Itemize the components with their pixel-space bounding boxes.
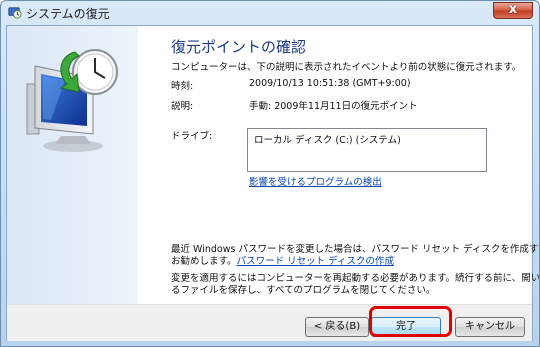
left-panel (7, 26, 138, 304)
password-reset-disk-link[interactable]: パスワード リセット ディスクの作成 (237, 256, 394, 267)
close-button[interactable]: x (493, 2, 533, 19)
back-button[interactable]: < 戻る(B) (305, 317, 369, 337)
system-restore-icon (8, 7, 22, 19)
password-note-text: お勧めします。 (171, 256, 237, 267)
restart-note-line-2: るファイルを保存し、すべてのプログラムを閉じてください。 (171, 285, 436, 296)
page-title: 復元ポイントの確認 (171, 38, 307, 56)
intro-text: コンピューターは、下の説明に表示されたイベントより前の状態に復元されます。 (171, 62, 522, 73)
computer-clock-restore-icon (26, 49, 118, 152)
button-bar: < 戻る(B) 完了 キャンセル (7, 304, 532, 341)
drive-list[interactable]: ローカル ディスク (C:) (システム) (247, 128, 487, 172)
finish-button-highlight (369, 306, 452, 337)
affected-programs-link[interactable]: 影響を受けるプログラムの検出 (249, 174, 382, 188)
system-restore-window: システムの復元 x 復元ポイントの確認 コンピューターは、下の説明に表示されたイ… (0, 0, 540, 347)
description-value: 手動: 2009年11月11日の復元ポイント (249, 101, 418, 112)
dialog-content: 復元ポイントの確認 コンピューターは、下の説明に表示されたイベントより前の状態に… (6, 25, 539, 341)
window-title: システムの復元 (26, 7, 110, 21)
password-note-line-2: お勧めします。パスワード リセット ディスクの作成 (171, 253, 394, 267)
title-bar[interactable]: システムの復元 x (1, 1, 539, 25)
close-icon: x (508, 2, 518, 17)
time-value: 2009/10/13 10:51:38 (GMT+9:00) (249, 78, 411, 89)
cancel-button[interactable]: キャンセル (455, 317, 525, 337)
time-label: 時刻: (171, 81, 194, 92)
description-label: 説明: (171, 101, 194, 112)
drive-label: ドライブ: (171, 131, 213, 142)
drive-list-item[interactable]: ローカル ディスク (C:) (システム) (254, 132, 401, 146)
